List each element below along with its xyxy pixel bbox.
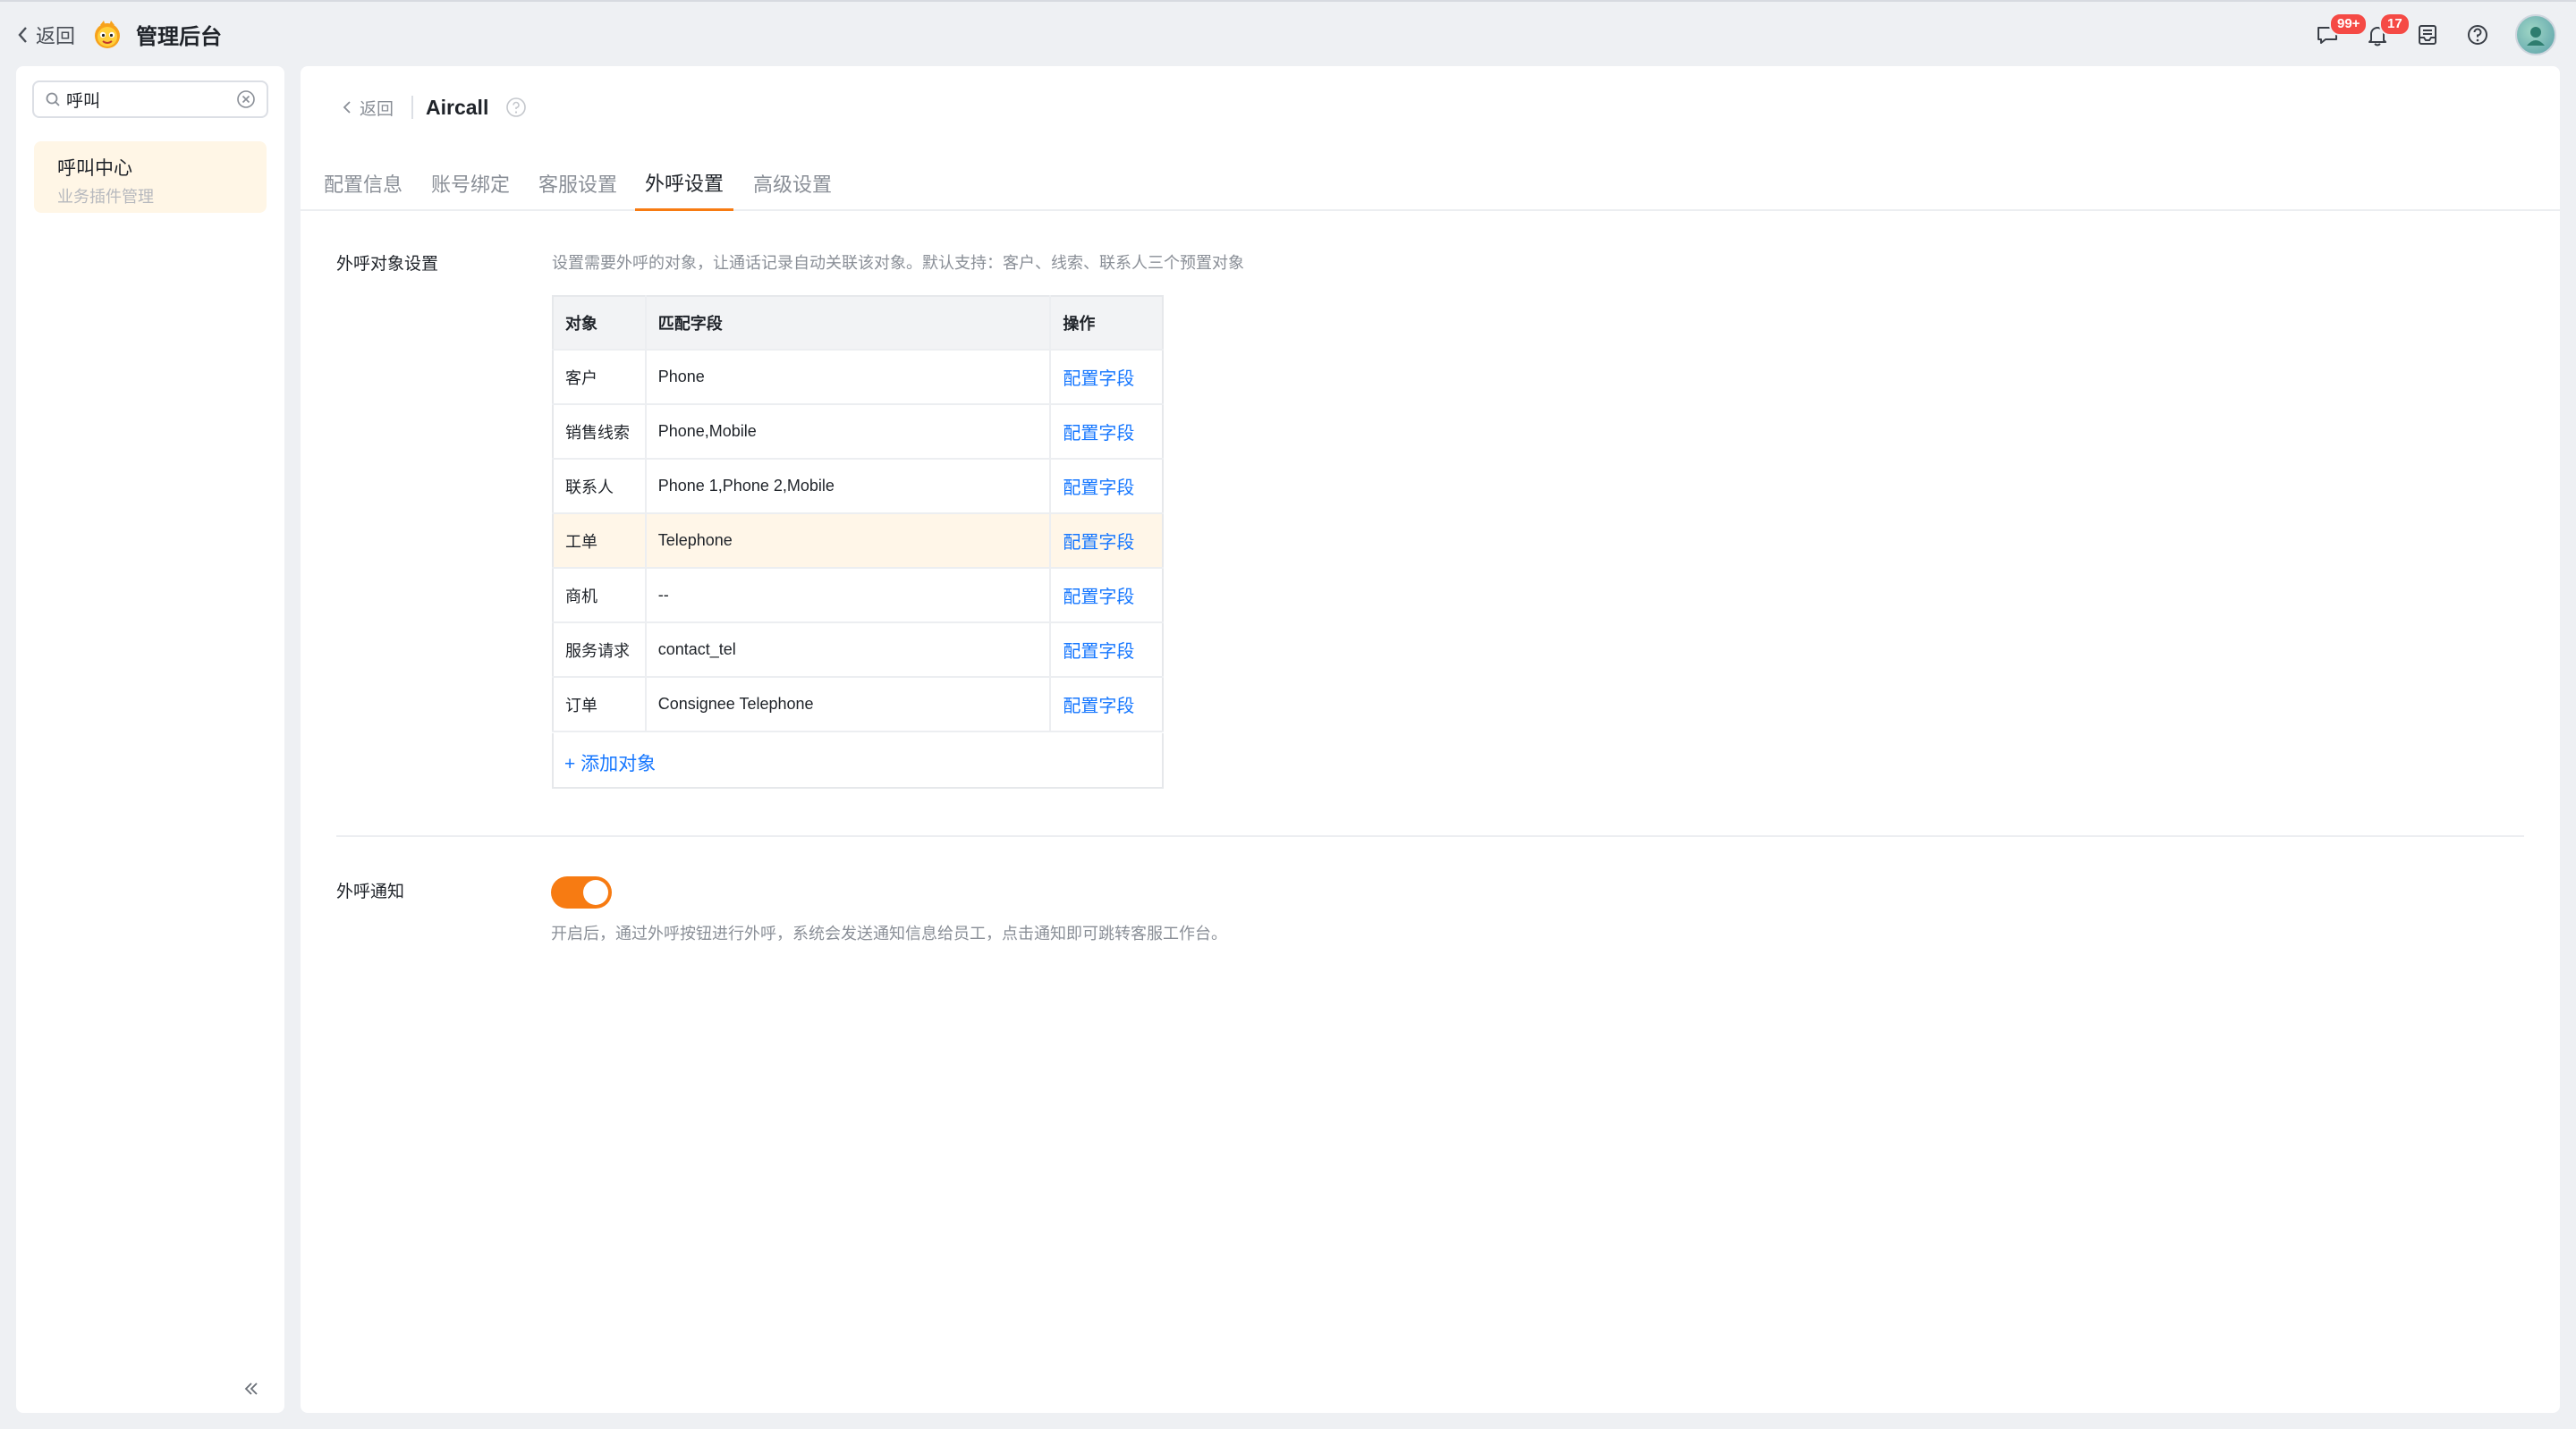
notifications-button[interactable]: 17 bbox=[2352, 13, 2411, 55]
tab-service-settings[interactable]: 客服设置 bbox=[537, 156, 619, 211]
app-brand: 管理后台 bbox=[91, 16, 222, 52]
tab-advanced-settings[interactable]: 高级设置 bbox=[751, 156, 834, 211]
configure-field-link[interactable]: 配置字段 bbox=[1063, 588, 1134, 607]
tab-bar: 配置信息 账号绑定 客服设置 外呼设置 高级设置 bbox=[301, 156, 2560, 211]
messages-button[interactable]: 99+ bbox=[2302, 13, 2368, 55]
cell-object: 销售线索 bbox=[553, 404, 646, 460]
app-logo-icon bbox=[95, 21, 120, 48]
back-label: 返回 bbox=[360, 99, 394, 119]
chevron-left-icon bbox=[18, 27, 27, 43]
avatar[interactable] bbox=[2515, 14, 2556, 55]
cell-object: 联系人 bbox=[553, 459, 646, 514]
cell-object: 商机 bbox=[553, 568, 646, 623]
page-title: Aircall bbox=[426, 95, 489, 119]
table-row: 服务请求 contact_tel 配置字段 bbox=[553, 622, 1163, 678]
table-row: 销售线索 Phone,Mobile 配置字段 bbox=[553, 404, 1163, 460]
table-row: 订单 Consignee Telephone 配置字段 bbox=[553, 677, 1163, 732]
clear-icon[interactable] bbox=[236, 89, 256, 109]
cell-object: 服务请求 bbox=[553, 622, 646, 678]
top-bar: 返回 管理后台 99+ 17 bbox=[0, 0, 2576, 64]
cell-field: Telephone bbox=[644, 513, 1051, 569]
chevron-left-icon bbox=[343, 101, 351, 114]
breadcrumb: 返回 Aircall bbox=[342, 89, 528, 125]
cell-field: -- bbox=[644, 568, 1051, 623]
column-header-field: 匹配字段 bbox=[644, 296, 1051, 351]
sidebar-item-title: 呼叫中心 bbox=[57, 158, 132, 179]
main-panel: 返回 Aircall 配置信息 账号绑定 客服设置 外呼设置 高级设置 外呼对象… bbox=[301, 66, 2560, 1413]
sidebar: 呼叫中心 业务插件管理 bbox=[16, 66, 284, 1413]
top-back-label: 返回 bbox=[36, 25, 76, 47]
outbound-objects-table: 对象 匹配字段 操作 客户 Phone 配置字段 销售线索 Phone,Mobi… bbox=[552, 295, 1164, 732]
cell-object: 工单 bbox=[553, 513, 646, 569]
column-header-action: 操作 bbox=[1049, 296, 1163, 351]
outbound-objects-hint: 设置需要外呼的对象，让通话记录自动关联该对象。默认支持：客户、线索、联系人三个预… bbox=[552, 254, 1244, 272]
cell-object: 订单 bbox=[553, 677, 646, 732]
cell-object: 客户 bbox=[553, 350, 646, 405]
top-actions: 99+ 17 bbox=[2302, 13, 2556, 55]
table-row-hovered: 工单 Telephone 配置字段 bbox=[553, 513, 1163, 569]
breadcrumb-divider bbox=[411, 96, 414, 119]
table-row: 客户 Phone 配置字段 bbox=[553, 350, 1163, 405]
cell-field: Phone,Mobile bbox=[644, 404, 1051, 460]
back-button[interactable]: 返回 bbox=[342, 96, 394, 120]
section-divider bbox=[336, 835, 2524, 837]
inbox-icon bbox=[2419, 25, 2436, 45]
app-title: 管理后台 bbox=[136, 24, 222, 49]
configure-field-link[interactable]: 配置字段 bbox=[1063, 533, 1134, 553]
cell-field: contact_tel bbox=[644, 622, 1051, 678]
outbound-notice-label: 外呼通知 bbox=[336, 883, 405, 901]
table-row: 商机 -- 配置字段 bbox=[553, 568, 1163, 623]
configure-field-link[interactable]: 配置字段 bbox=[1063, 369, 1134, 389]
search-input[interactable] bbox=[66, 89, 227, 109]
avatar-image-icon bbox=[2527, 27, 2545, 46]
outbound-objects-label: 外呼对象设置 bbox=[336, 255, 439, 274]
help-icon[interactable] bbox=[504, 96, 528, 119]
tab-config-info[interactable]: 配置信息 bbox=[322, 156, 404, 211]
top-back-button[interactable]: 返回 bbox=[16, 20, 75, 50]
column-header-object: 对象 bbox=[553, 296, 646, 351]
configure-field-link[interactable]: 配置字段 bbox=[1063, 478, 1134, 498]
outbound-notice-hint: 开启后，通过外呼按钮进行外呼，系统会发送通知信息给员工，点击通知即可跳转客服工作… bbox=[551, 925, 1227, 943]
search-icon bbox=[46, 92, 60, 106]
add-object-button[interactable]: + 添加对象 bbox=[564, 749, 656, 776]
cell-field: Phone 1,Phone 2,Mobile bbox=[644, 459, 1051, 514]
inbox-button[interactable] bbox=[2402, 14, 2453, 55]
cell-field: Phone bbox=[644, 350, 1051, 405]
help-button[interactable] bbox=[2453, 14, 2503, 55]
tab-outbound-settings[interactable]: 外呼设置 bbox=[635, 156, 733, 211]
configure-field-link[interactable]: 配置字段 bbox=[1063, 697, 1134, 716]
configure-field-link[interactable]: 配置字段 bbox=[1063, 642, 1134, 662]
tab-account-binding[interactable]: 账号绑定 bbox=[429, 156, 512, 211]
toggle-knob bbox=[583, 880, 608, 905]
help-icon bbox=[2468, 25, 2487, 45]
cell-field: Consignee Telephone bbox=[644, 677, 1051, 732]
add-object-row: + 添加对象 bbox=[552, 733, 1164, 789]
configure-field-link[interactable]: 配置字段 bbox=[1063, 424, 1134, 444]
table-header-row: 对象 匹配字段 操作 bbox=[553, 296, 1163, 351]
collapse-sidebar-icon[interactable] bbox=[240, 1377, 263, 1400]
sidebar-item-subtitle: 业务插件管理 bbox=[57, 188, 154, 206]
sidebar-search[interactable] bbox=[32, 80, 268, 118]
table-row: 联系人 Phone 1,Phone 2,Mobile 配置字段 bbox=[553, 459, 1163, 514]
outbound-notice-toggle[interactable] bbox=[551, 876, 612, 909]
sidebar-item-call-center[interactable]: 呼叫中心 业务插件管理 bbox=[34, 141, 267, 213]
